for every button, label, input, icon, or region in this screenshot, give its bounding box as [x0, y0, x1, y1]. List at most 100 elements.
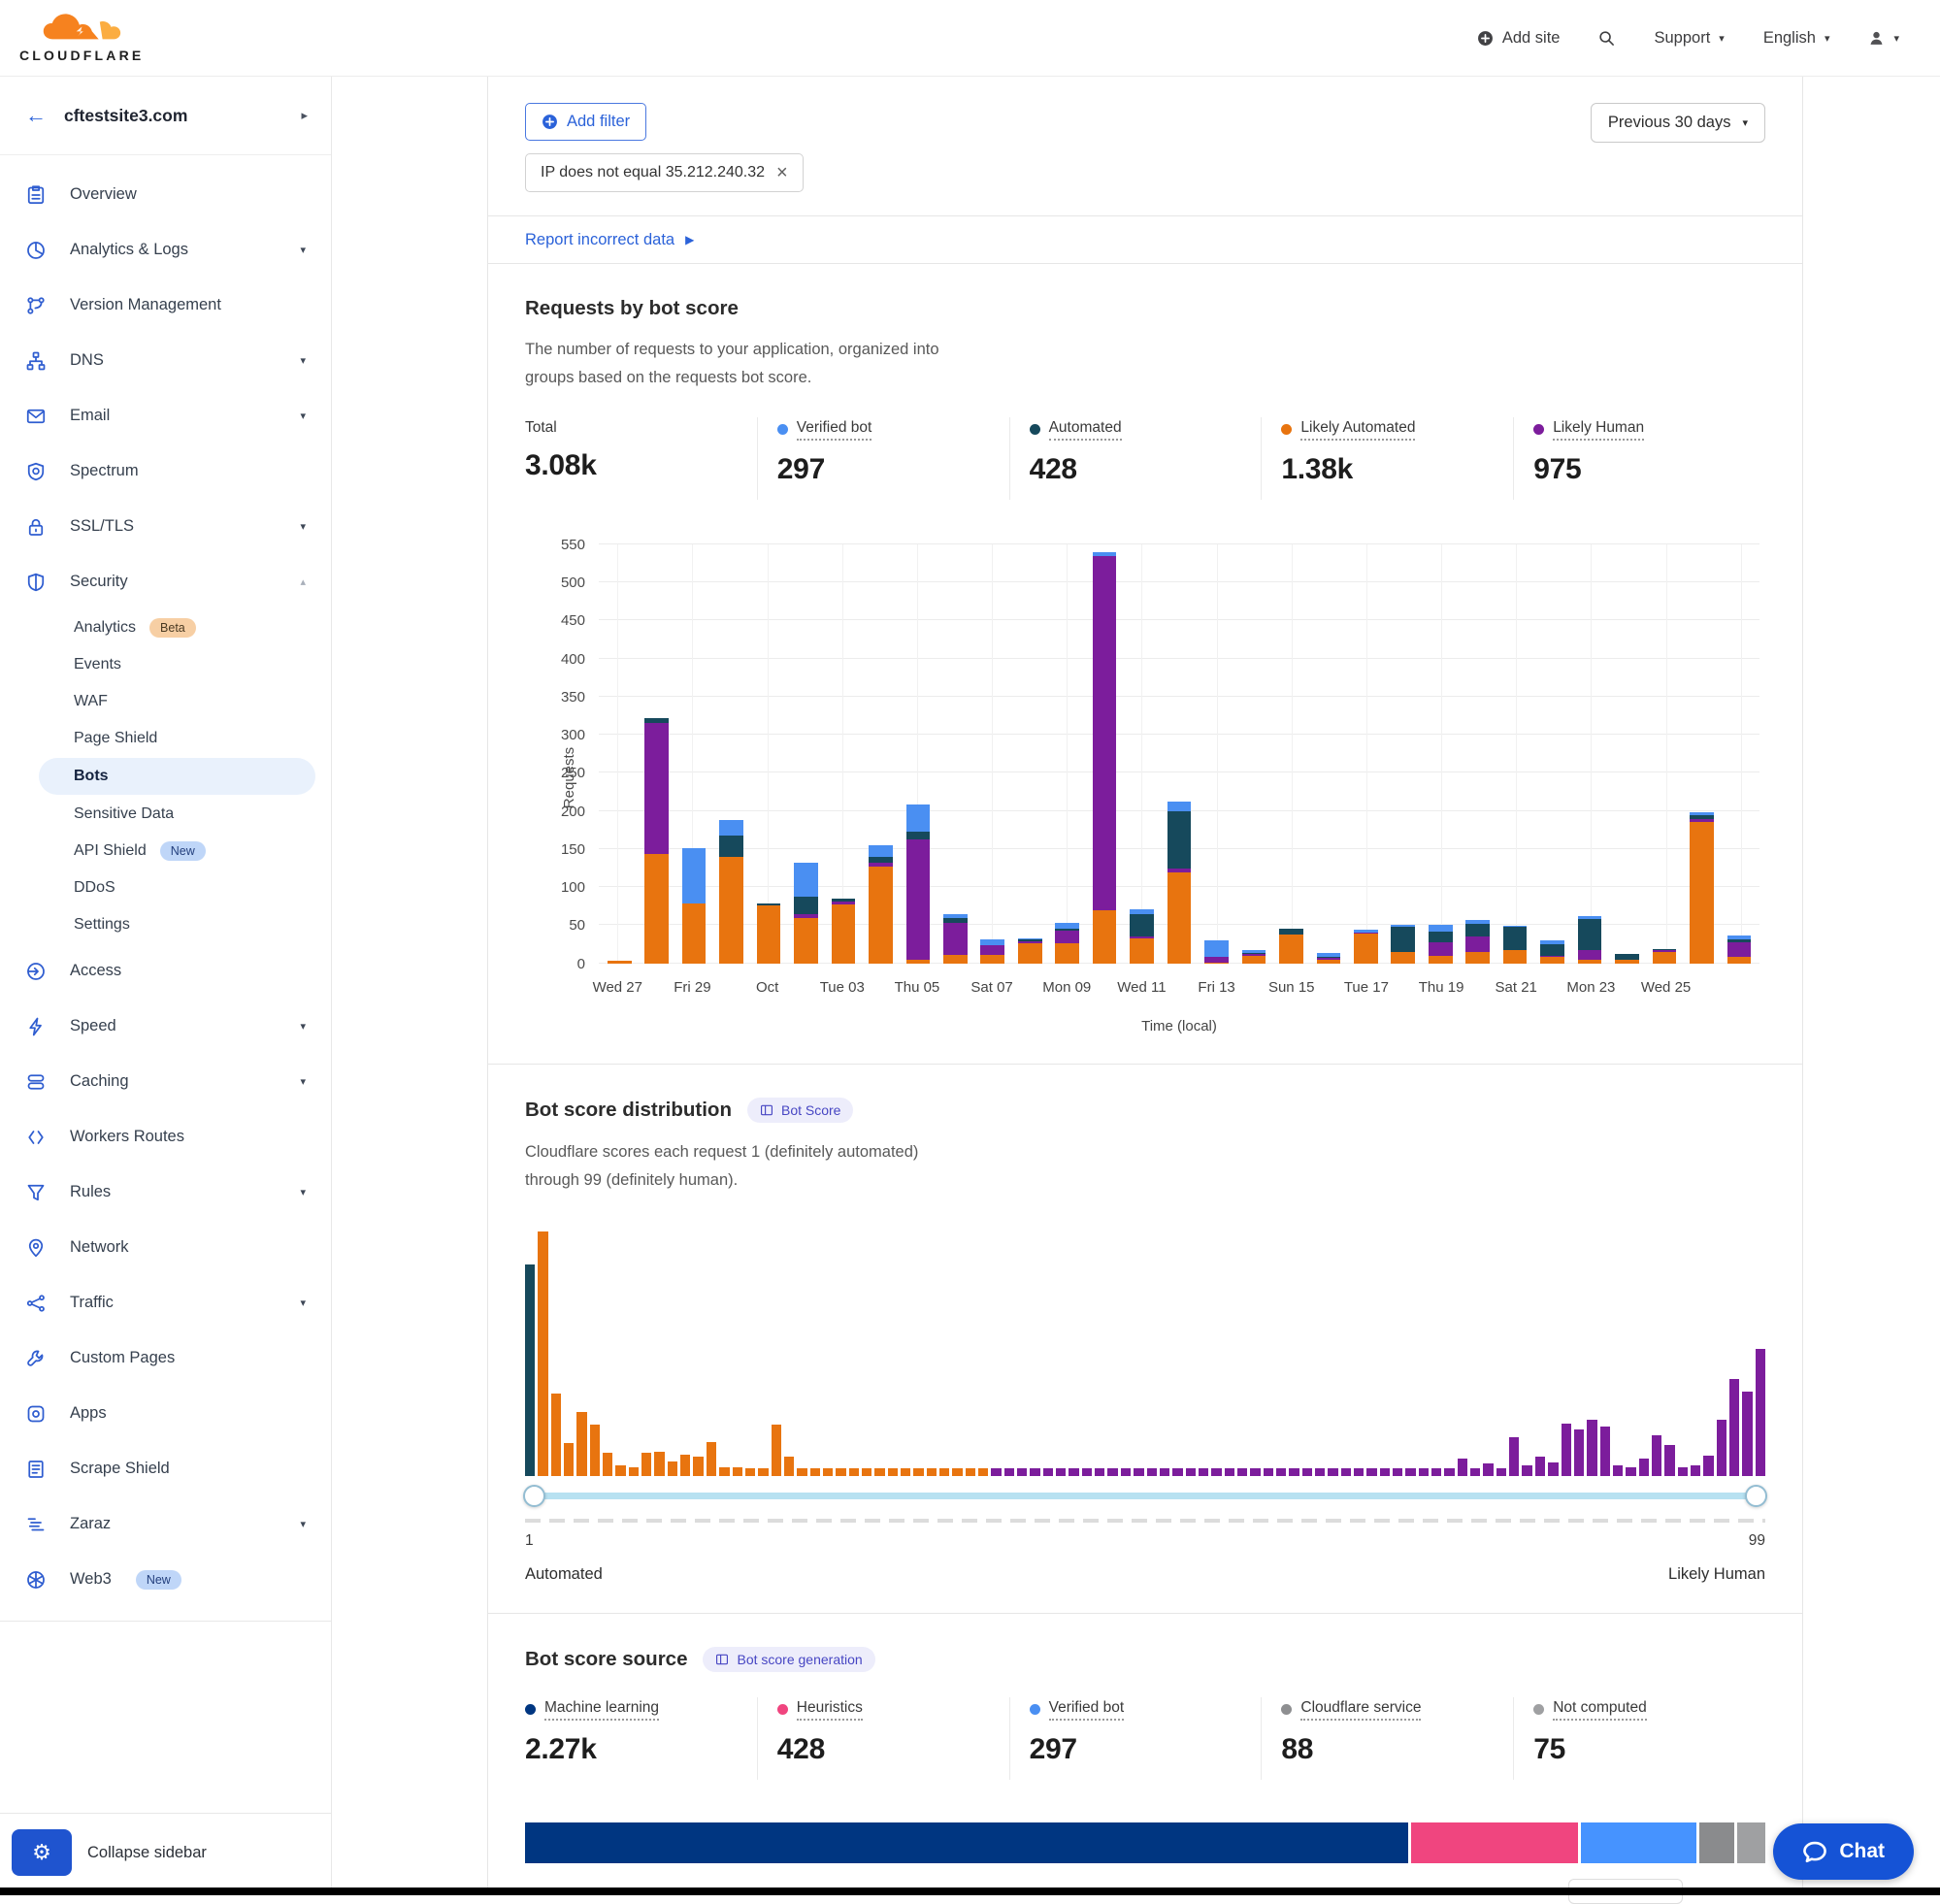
collapse-sidebar-button[interactable]: ⚙ Collapse sidebar	[0, 1813, 331, 1895]
hist-bar[interactable]	[1043, 1468, 1053, 1476]
hist-bar[interactable]	[641, 1453, 651, 1475]
hist-bar[interactable]	[823, 1468, 833, 1476]
chart-bar[interactable]	[900, 544, 937, 964]
hist-bar[interactable]	[1328, 1468, 1337, 1476]
sidebar-item-security[interactable]: Security▴	[0, 554, 331, 609]
sidebar-item-caching[interactable]: Caching▾	[0, 1054, 331, 1109]
hist-bar[interactable]	[1134, 1468, 1143, 1476]
filter-chip[interactable]: IP does not equal 35.212.240.32 ×	[525, 153, 804, 192]
slider-track[interactable]	[533, 1493, 1758, 1499]
hist-bar[interactable]	[1458, 1459, 1467, 1475]
sidebar-item-api-shield[interactable]: API ShieldNew	[0, 833, 331, 870]
add-filter-button[interactable]: Add filter	[525, 103, 646, 141]
sidebar-item-version-management[interactable]: Version Management	[0, 278, 331, 333]
hist-bar[interactable]	[590, 1425, 600, 1475]
hist-bar[interactable]	[1199, 1468, 1208, 1476]
hist-bar[interactable]	[1496, 1468, 1506, 1476]
chart-bar[interactable]	[1123, 544, 1160, 964]
sidebar-item-ddos[interactable]: DDoS	[0, 870, 331, 906]
hist-bar[interactable]	[1160, 1468, 1169, 1476]
hist-bar[interactable]	[797, 1468, 806, 1476]
hist-bar[interactable]	[784, 1457, 794, 1475]
hist-bar[interactable]	[745, 1468, 755, 1476]
source-segment-cloudflare-service[interactable]	[1699, 1822, 1733, 1863]
hist-bar[interactable]	[1289, 1468, 1299, 1476]
chart-bar[interactable]	[787, 544, 824, 964]
chart-bar[interactable]	[1272, 544, 1309, 964]
sidebar-item-traffic[interactable]: Traffic▾	[0, 1275, 331, 1330]
cloudflare-logo[interactable]: CLOUDFLARE	[19, 13, 144, 63]
chart-bar[interactable]	[1721, 544, 1758, 964]
hist-bar[interactable]	[1030, 1468, 1039, 1476]
hist-bar[interactable]	[1082, 1468, 1092, 1476]
hist-bar[interactable]	[966, 1468, 975, 1476]
hist-bar[interactable]	[862, 1468, 871, 1476]
chart-bar[interactable]	[1646, 544, 1683, 964]
support-menu[interactable]: Support▾	[1654, 29, 1724, 48]
chart-bar[interactable]	[1571, 544, 1608, 964]
chart-bar[interactable]	[862, 544, 899, 964]
hist-bar[interactable]	[1574, 1429, 1584, 1476]
hist-bar[interactable]	[668, 1461, 677, 1476]
hist-bar[interactable]	[1639, 1459, 1649, 1475]
hist-bar[interactable]	[1095, 1468, 1104, 1476]
hist-bar[interactable]	[1237, 1468, 1247, 1476]
add-site-button[interactable]: Add site	[1477, 29, 1561, 48]
sidebar-item-dns[interactable]: DNS▾	[0, 333, 331, 388]
hist-bar[interactable]	[978, 1468, 988, 1476]
hist-bar[interactable]	[939, 1468, 949, 1476]
hist-bar[interactable]	[1613, 1465, 1623, 1475]
hist-bar[interactable]	[1250, 1468, 1260, 1476]
hist-bar[interactable]	[1522, 1465, 1531, 1475]
hist-bar[interactable]	[1756, 1349, 1765, 1475]
source-segment-verified-bot[interactable]	[1581, 1822, 1696, 1863]
hist-bar[interactable]	[1405, 1468, 1415, 1476]
chart-bar[interactable]	[974, 544, 1011, 964]
chart-bar[interactable]	[1347, 544, 1384, 964]
hist-bar[interactable]	[1548, 1462, 1558, 1476]
hist-bar[interactable]	[836, 1468, 845, 1476]
chart-bar[interactable]	[1385, 544, 1422, 964]
chart-bar[interactable]	[750, 544, 787, 964]
stat-label-text[interactable]: Cloudflare service	[1300, 1699, 1421, 1721]
chat-button[interactable]: Chat	[1773, 1823, 1914, 1880]
hist-bar[interactable]	[564, 1443, 574, 1475]
sidebar-item-custom-pages[interactable]: Custom Pages	[0, 1330, 331, 1386]
remove-filter-icon[interactable]: ×	[776, 163, 788, 182]
hist-bar[interactable]	[1678, 1467, 1688, 1476]
hist-bar[interactable]	[1587, 1420, 1596, 1475]
hist-bar[interactable]	[719, 1467, 729, 1476]
sidebar-item-analytics[interactable]: AnalyticsBeta	[0, 609, 331, 646]
hist-bar[interactable]	[1470, 1468, 1480, 1476]
bot-score-generation-badge[interactable]: Bot score generation	[703, 1647, 874, 1672]
hist-bar[interactable]	[1069, 1468, 1078, 1476]
sidebar-item-settings[interactable]: Settings	[0, 906, 331, 943]
sidebar-item-spectrum[interactable]: Spectrum	[0, 443, 331, 499]
sidebar-item-scrape-shield[interactable]: Scrape Shield	[0, 1441, 331, 1496]
hist-bar[interactable]	[603, 1453, 612, 1475]
sidebar-item-ssl-tls[interactable]: SSL/TLS▾	[0, 499, 331, 554]
chart-bar[interactable]	[1683, 544, 1720, 964]
stat-label-text[interactable]: Verified bot	[1049, 1699, 1125, 1721]
hist-bar[interactable]	[1107, 1468, 1117, 1476]
hist-bar[interactable]	[1717, 1420, 1726, 1475]
sidebar-item-web3[interactable]: Web3New	[0, 1552, 331, 1607]
chart-bar[interactable]	[937, 544, 973, 964]
sidebar-item-rules[interactable]: Rules▾	[0, 1165, 331, 1220]
hist-bar[interactable]	[1186, 1468, 1196, 1476]
stat-label-text[interactable]: Verified bot	[797, 419, 872, 441]
hist-bar[interactable]	[1172, 1468, 1182, 1476]
slider-handle-min[interactable]	[523, 1485, 545, 1507]
hist-bar[interactable]	[654, 1452, 664, 1475]
chart-bar[interactable]	[1310, 544, 1347, 964]
chart-bar[interactable]	[1011, 544, 1048, 964]
hist-bar[interactable]	[1315, 1468, 1325, 1476]
chart-bar[interactable]	[712, 544, 749, 964]
hist-bar[interactable]	[913, 1468, 923, 1476]
date-range-dropdown[interactable]: Previous 30 days ▾	[1591, 103, 1765, 143]
hist-bar[interactable]	[810, 1468, 820, 1476]
sidebar-item-email[interactable]: Email▾	[0, 388, 331, 443]
site-switcher-chevron-icon[interactable]: ▸	[301, 108, 308, 123]
hist-bar[interactable]	[1703, 1456, 1713, 1476]
hist-bar[interactable]	[1729, 1379, 1739, 1476]
